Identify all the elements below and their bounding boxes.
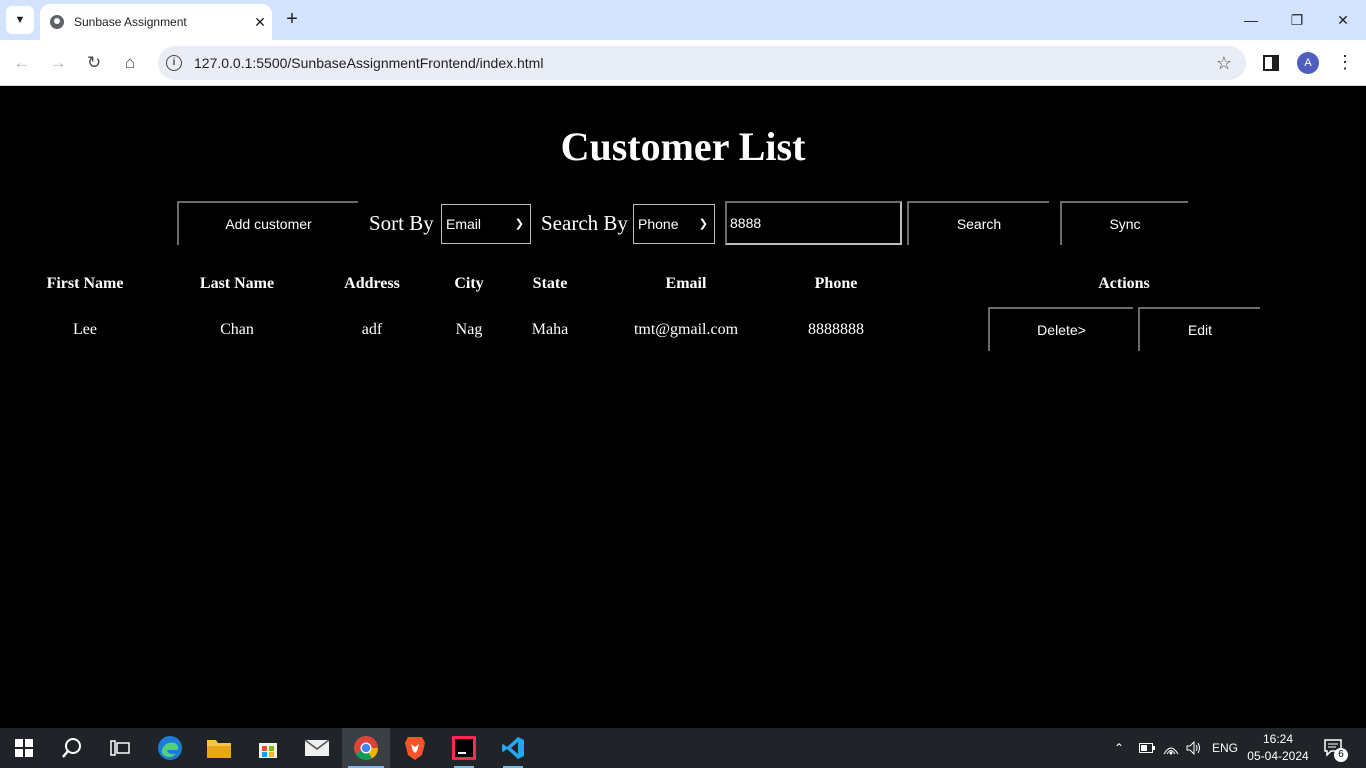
search-by-select[interactable]: Phone ❯ xyxy=(633,204,715,244)
battery-icon[interactable] xyxy=(1139,728,1155,768)
search-taskbar-button[interactable] xyxy=(48,728,96,768)
new-tab-button[interactable]: + xyxy=(280,8,304,32)
tray-overflow-button[interactable]: ⌃ xyxy=(1114,728,1124,768)
header-email: Email xyxy=(665,275,707,292)
intellij-app[interactable] xyxy=(440,728,488,768)
profile-avatar[interactable]: A xyxy=(1297,52,1319,74)
arrow-right-icon: → xyxy=(49,53,67,72)
browser-tab[interactable]: Sunbase Assignment ✕ xyxy=(40,4,272,40)
controls-bar: Add customer Sort By Email ❯ Search By P… xyxy=(0,201,1366,245)
search-input[interactable]: 8888 xyxy=(725,201,902,245)
header-phone: Phone xyxy=(814,275,858,292)
cell-city: Nag xyxy=(455,321,483,338)
clock-time: 16:24 xyxy=(1262,732,1294,746)
task-view-button[interactable] xyxy=(96,728,144,768)
close-window-button[interactable]: ✕ xyxy=(1320,0,1366,40)
edge-icon xyxy=(158,736,182,760)
clock-date: 05-04-2024 xyxy=(1247,749,1309,763)
language-indicator[interactable]: ENG xyxy=(1212,728,1238,768)
cell-state: Maha xyxy=(531,321,569,338)
tab-title: Sunbase Assignment xyxy=(74,15,187,29)
chevron-down-icon: ❯ xyxy=(514,218,524,230)
home-button[interactable]: ⌂ xyxy=(116,49,144,77)
cell-address: adf xyxy=(361,321,383,338)
tab-search-button[interactable]: ▼ xyxy=(6,6,34,34)
chevron-down-icon: ❯ xyxy=(698,218,708,230)
minimize-icon: — xyxy=(1244,12,1258,28)
chevron-down-icon: ▼ xyxy=(14,14,26,26)
header-city: City xyxy=(454,275,484,292)
sort-by-label: Sort By xyxy=(369,211,434,235)
site-info-icon[interactable]: i xyxy=(166,55,182,71)
vscode-app[interactable] xyxy=(489,728,537,768)
sort-by-value: Email xyxy=(446,216,482,232)
file-explorer-app[interactable] xyxy=(195,728,243,768)
cell-last-name: Chan xyxy=(220,321,254,338)
store-icon xyxy=(259,743,277,758)
search-icon xyxy=(62,738,81,758)
start-button[interactable] xyxy=(0,728,48,768)
chrome-app[interactable] xyxy=(342,728,390,768)
header-first-name: First Name xyxy=(46,275,124,292)
search-by-value: Phone xyxy=(638,216,679,232)
header-state: State xyxy=(532,275,568,292)
reload-button[interactable]: ↻ xyxy=(80,49,108,77)
intellij-icon xyxy=(452,736,476,760)
sort-by-select[interactable]: Email ❯ xyxy=(441,204,531,244)
globe-icon xyxy=(50,15,64,29)
header-address: Address xyxy=(344,275,400,292)
delete-button[interactable]: Delete> xyxy=(988,307,1133,351)
brave-app[interactable] xyxy=(391,728,439,768)
cell-email: tmt@gmail.com xyxy=(633,321,739,338)
chrome-icon xyxy=(354,736,378,761)
taskbar: ⌃ ENG 16:24 05-04-2024 6 xyxy=(0,728,1366,768)
mail-app[interactable] xyxy=(293,728,341,768)
search-button[interactable]: Search xyxy=(907,201,1049,245)
folder-icon xyxy=(207,740,231,758)
clock[interactable]: 16:24 05-04-2024 xyxy=(1244,731,1312,765)
edge-app[interactable] xyxy=(146,728,194,768)
vscode-icon xyxy=(502,737,524,759)
side-panel-icon[interactable] xyxy=(1263,55,1279,71)
edit-button[interactable]: Edit xyxy=(1138,307,1260,351)
back-button[interactable]: ← xyxy=(8,49,36,77)
arrow-left-icon: ← xyxy=(13,53,31,72)
page-title: Customer List xyxy=(560,124,806,169)
header-last-name: Last Name xyxy=(199,275,275,292)
reload-icon: ↻ xyxy=(86,53,102,72)
more-menu-icon[interactable]: ⋮ xyxy=(1336,52,1354,74)
task-view-icon xyxy=(110,740,130,756)
notification-center-button[interactable]: 6 xyxy=(1324,728,1348,768)
windows-icon xyxy=(15,739,33,757)
minimize-button[interactable]: — xyxy=(1228,0,1274,40)
network-icon[interactable] xyxy=(1163,728,1179,768)
mail-icon xyxy=(304,739,330,756)
url-text: 127.0.0.1:5500/SunbaseAssignmentFrontend… xyxy=(194,55,544,71)
bookmark-star-icon[interactable]: ☆ xyxy=(1216,53,1232,74)
close-tab-icon[interactable]: ✕ xyxy=(248,14,272,31)
search-by-label: Search By xyxy=(541,211,628,235)
brave-icon xyxy=(405,737,425,760)
cell-phone: 8888888 xyxy=(808,321,864,338)
address-bar[interactable]: i 127.0.0.1:5500/SunbaseAssignmentFronte… xyxy=(158,46,1246,80)
header-actions: Actions xyxy=(1098,275,1150,292)
browser-tab-bar: ▼ Sunbase Assignment ✕ + — ❐ ✕ xyxy=(0,0,1366,40)
forward-button[interactable]: → xyxy=(44,49,72,77)
notification-badge: 6 xyxy=(1334,748,1348,762)
cell-first-name: Lee xyxy=(73,321,97,338)
add-customer-button[interactable]: Add customer xyxy=(177,201,358,245)
volume-icon[interactable] xyxy=(1186,728,1202,768)
sync-button[interactable]: Sync xyxy=(1060,201,1188,245)
browser-toolbar: ← → ↻ ⌂ i 127.0.0.1:5500/SunbaseAssignme… xyxy=(0,40,1366,86)
close-icon: ✕ xyxy=(1337,11,1349,28)
store-app[interactable] xyxy=(244,728,292,768)
page-content: Customer List Add customer Sort By Email… xyxy=(0,87,1366,728)
restore-icon: ❐ xyxy=(1290,11,1304,28)
restore-button[interactable]: ❐ xyxy=(1274,0,1320,40)
chevron-up-icon: ⌃ xyxy=(1114,741,1125,755)
home-icon: ⌂ xyxy=(124,53,136,72)
